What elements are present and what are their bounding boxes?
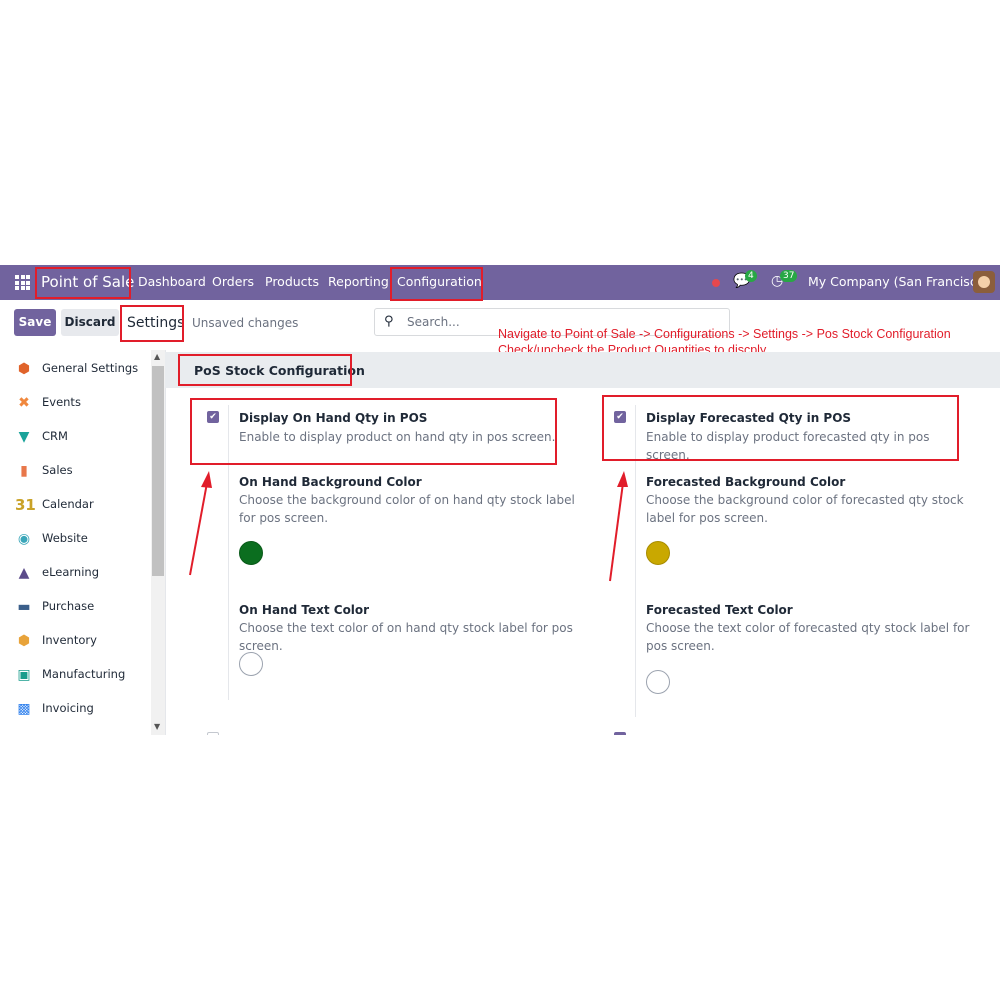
on-hand-text-color-swatch[interactable] [239, 652, 263, 676]
top-navbar: Point of Sale Dashboard Orders Products … [0, 265, 1000, 300]
menu-dashboard[interactable]: Dashboard [138, 265, 206, 300]
events-icon: ✖ [18, 395, 30, 411]
sidebar-scrollbar[interactable]: ▲ ▼ [151, 350, 165, 735]
sidebar-item-events[interactable]: ✖ Events [0, 386, 150, 420]
sidebar-item-label: Events [42, 395, 81, 409]
highlight-settings [120, 305, 184, 342]
highlight-app-name [35, 267, 131, 299]
sidebar-item-label: Purchase [42, 599, 95, 613]
forecasted-text-desc: Choose the text color of forecasted qty … [646, 621, 970, 653]
messages-badge: 4 [745, 270, 757, 282]
on-hand-text-desc: Choose the text color of on hand qty sto… [239, 621, 573, 653]
calendar-icon: 31 [15, 496, 36, 514]
sidebar-item-general-settings[interactable]: ⬢ General Settings [0, 352, 150, 386]
company-switcher[interactable]: My Company (San Francisco) [808, 265, 989, 300]
discard-button[interactable]: Discard [61, 309, 119, 336]
sidebar-item-label: eLearning [42, 565, 100, 579]
on-hand-bg-title: On Hand Background Color [239, 475, 422, 489]
general-settings-icon: ⬢ [17, 361, 31, 377]
menu-orders[interactable]: Orders [212, 265, 254, 300]
sidebar-item-label: CRM [42, 429, 68, 443]
sidebar-item-label: Manufacturing [42, 667, 126, 681]
unsaved-status: Unsaved changes [192, 316, 299, 330]
menu-reporting[interactable]: Reporting [328, 265, 389, 300]
user-avatar[interactable] [973, 271, 995, 293]
menu-products[interactable]: Products [265, 265, 319, 300]
invoicing-icon: ▩ [17, 701, 31, 717]
annotation-line-1: Navigate to Point of Sale -> Configurati… [498, 327, 951, 341]
sales-icon: ▮ [20, 463, 28, 479]
search-placeholder: Search... [407, 315, 460, 329]
highlight-section-title [178, 354, 352, 386]
sidebar-item-crm[interactable]: ▼ CRM [0, 420, 150, 454]
crm-icon: ▼ [18, 429, 30, 445]
forecasted-bg-desc: Choose the background color of forecaste… [646, 493, 964, 525]
sidebar-item-elearning[interactable]: ▲ eLearning [0, 556, 150, 590]
next-setting-checkbox[interactable] [207, 732, 219, 735]
arrow-to-forecasted [609, 471, 628, 582]
sidebar-item-label: General Settings [42, 361, 139, 375]
sidebar-item-manufacturing[interactable]: ▣ Manufacturing [0, 658, 150, 692]
next-setting-checkbox-right[interactable] [614, 732, 626, 735]
inventory-icon: ⬢ [17, 633, 31, 649]
forecasted-text-color-swatch[interactable] [646, 670, 670, 694]
sidebar-item-label: Website [42, 531, 88, 545]
highlight-forecasted-checkbox [602, 395, 959, 461]
purchase-icon: ▬ [17, 599, 31, 615]
screenshot-region: Point of Sale Dashboard Orders Products … [0, 265, 1000, 735]
sidebar-item-inventory[interactable]: ⬢ Inventory [0, 624, 150, 658]
website-icon: ◉ [17, 531, 31, 547]
sidebar-item-label: Sales [42, 463, 73, 477]
scrollbar-thumb[interactable] [152, 366, 164, 576]
on-hand-bg-desc: Choose the background color of on hand q… [239, 493, 575, 525]
on-hand-bg-color-swatch[interactable] [239, 541, 263, 565]
elearning-icon: ▲ [18, 565, 30, 581]
sidebar-item-label: Inventory [42, 633, 97, 647]
scroll-up-icon[interactable]: ▲ [154, 352, 160, 361]
scroll-down-icon[interactable]: ▼ [154, 722, 160, 731]
save-button[interactable]: Save [14, 309, 56, 336]
sidebar-item-label: Invoicing [42, 701, 94, 715]
sidebar-item-calendar[interactable]: 31 Calendar [0, 488, 150, 522]
sidebar-item-sales[interactable]: ▮ Sales [0, 454, 150, 488]
forecasted-text-title: Forecasted Text Color [646, 603, 793, 617]
sidebar-item-label: Calendar [42, 497, 94, 511]
recording-indicator-icon[interactable] [712, 279, 720, 287]
sidebar-item-invoicing[interactable]: ▩ Invoicing [0, 692, 150, 726]
sidebar-item-website[interactable]: ◉ Website [0, 522, 150, 556]
activities-badge: 37 [780, 270, 798, 282]
settings-sidebar: ⬢ General Settings ✖ Events ▼ CRM ▮ Sale… [0, 350, 166, 735]
sidebar-item-purchase[interactable]: ▬ Purchase [0, 590, 150, 624]
forecasted-bg-title: Forecasted Background Color [646, 475, 846, 489]
app-menu-icon[interactable] [15, 275, 30, 290]
search-icon: ⚲ [384, 314, 394, 329]
highlight-on-hand-checkbox [190, 398, 557, 465]
highlight-configuration [390, 267, 483, 301]
manufacturing-icon: ▣ [17, 667, 31, 683]
arrow-to-on-hand [189, 471, 212, 576]
forecasted-bg-color-swatch[interactable] [646, 541, 670, 565]
on-hand-text-title: On Hand Text Color [239, 603, 370, 617]
